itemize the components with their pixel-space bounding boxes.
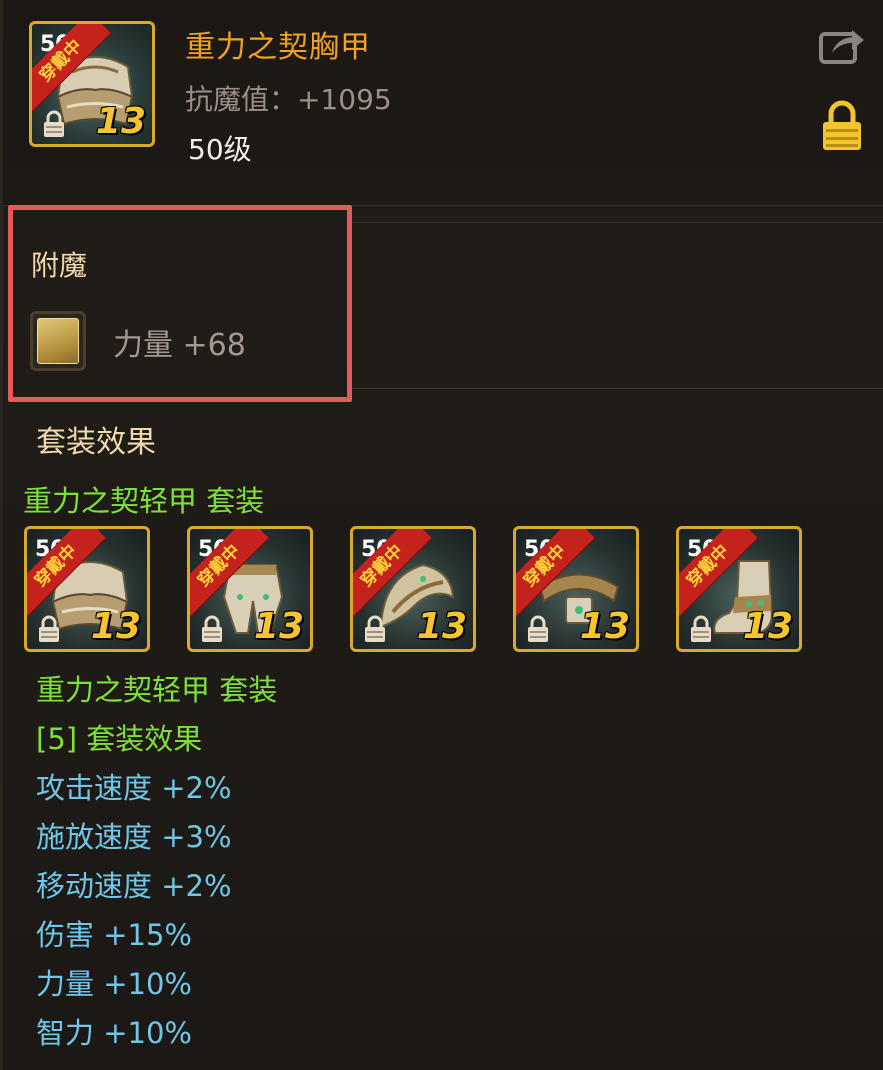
- item-level: 50级: [188, 133, 252, 166]
- enchant-highlight-box: [8, 205, 352, 402]
- set-bonus: 力量 +10%: [36, 967, 192, 1001]
- lock-icon: [202, 615, 222, 642]
- enhance-level: 13: [579, 606, 630, 647]
- set-piece-chest[interactable]: 50级 穿戴中 13: [24, 526, 150, 652]
- item-header: 50级 穿戴中 13 重力之契胸甲 抗魔值：+1095 50级: [3, 0, 883, 206]
- set-pieces: 50级 穿戴中 13 50级 穿戴中: [24, 526, 824, 652]
- set-piece-pants[interactable]: 50级 穿戴中 13: [187, 526, 313, 652]
- set-piece-boots[interactable]: 50级 穿戴中 13: [676, 526, 802, 652]
- lock-icon[interactable]: [821, 100, 863, 152]
- lock-icon: [44, 110, 64, 137]
- enhance-level: 13: [742, 606, 793, 647]
- set-bonus: 伤害 +15%: [36, 918, 192, 952]
- set-bonus: 智力 +10%: [36, 1016, 192, 1050]
- item-tooltip-panel: 50级 穿戴中 13 重力之契胸甲 抗魔值：+1095 50级 附魔: [0, 0, 883, 1070]
- lock-icon: [39, 615, 59, 642]
- divider: [352, 222, 883, 223]
- enhance-level: 13: [416, 606, 467, 647]
- item-name: 重力之契胸甲: [185, 30, 371, 65]
- enhance-level: 13: [90, 606, 141, 647]
- lock-icon: [528, 615, 548, 642]
- enhance-level: 13: [95, 101, 146, 142]
- set-bonus: 攻击速度 +2%: [36, 771, 232, 805]
- lock-icon: [691, 615, 711, 642]
- item-stat: 抗魔值：+1095: [185, 83, 392, 116]
- item-icon[interactable]: 50级 穿戴中 13: [29, 21, 155, 147]
- lock-icon: [365, 615, 385, 642]
- set-effect-count: [5] 套装效果: [36, 722, 203, 756]
- divider: [348, 388, 883, 389]
- set-piece-shoulder[interactable]: 50级 穿戴中 13: [350, 526, 476, 652]
- set-bonus: 移动速度 +2%: [36, 869, 232, 903]
- set-effect-name: 重力之契轻甲 套装: [36, 673, 278, 707]
- set-bonus: 施放速度 +3%: [36, 820, 232, 854]
- set-effect-title: 套装效果: [36, 425, 156, 460]
- share-icon[interactable]: [818, 25, 866, 65]
- set-piece-belt[interactable]: 50级 穿戴中 13: [513, 526, 639, 652]
- enhance-level: 13: [253, 606, 304, 647]
- set-name: 重力之契轻甲 套装: [23, 484, 265, 518]
